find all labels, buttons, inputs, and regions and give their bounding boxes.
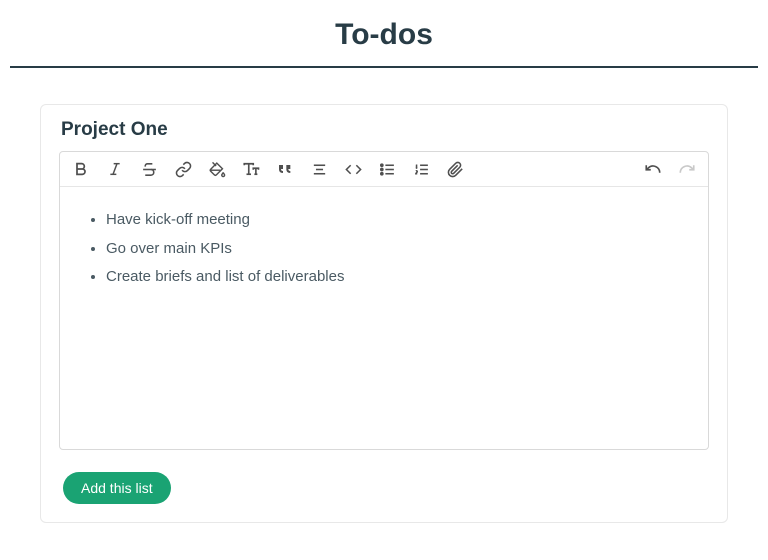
- link-button[interactable]: [172, 158, 194, 180]
- quote-icon: [277, 161, 293, 177]
- paperclip-icon: [447, 161, 464, 178]
- align-button[interactable]: [308, 158, 330, 180]
- add-this-list-button[interactable]: Add this list: [63, 472, 171, 504]
- text-size-button[interactable]: [240, 158, 262, 180]
- undo-button[interactable]: [642, 158, 664, 180]
- list-item[interactable]: Create briefs and list of deliverables: [106, 266, 690, 289]
- editor-content-area[interactable]: Have kick-off meeting Go over main KPIs …: [60, 187, 708, 449]
- redo-button[interactable]: [676, 158, 698, 180]
- title-divider: [10, 66, 758, 68]
- paint-bucket-icon: [209, 161, 226, 178]
- card-actions: Add this list: [59, 472, 709, 504]
- page-title: To-dos: [0, 18, 768, 52]
- italic-button[interactable]: [104, 158, 126, 180]
- rich-text-editor: Have kick-off meeting Go over main KPIs …: [59, 151, 709, 450]
- align-icon: [311, 161, 328, 178]
- editor-toolbar: [60, 152, 708, 187]
- bulleted-list-icon: [379, 161, 396, 178]
- attach-file-button[interactable]: [444, 158, 466, 180]
- bold-button[interactable]: [70, 158, 92, 180]
- strikethrough-button[interactable]: [138, 158, 160, 180]
- strikethrough-icon: [141, 161, 158, 178]
- text-size-icon: [242, 160, 260, 178]
- code-button[interactable]: [342, 158, 364, 180]
- highlight-color-button[interactable]: [206, 158, 228, 180]
- list-item[interactable]: Have kick-off meeting: [106, 209, 690, 232]
- list-title-input[interactable]: Project One: [61, 119, 709, 141]
- numbered-list-button[interactable]: [410, 158, 432, 180]
- link-icon: [175, 161, 192, 178]
- italic-icon: [107, 161, 123, 177]
- code-icon: [345, 161, 362, 178]
- numbered-list-icon: [413, 161, 430, 178]
- redo-icon: [678, 160, 696, 178]
- todo-list-card: Project One: [40, 104, 728, 523]
- bulleted-list-button[interactable]: [376, 158, 398, 180]
- todo-bullet-list: Have kick-off meeting Go over main KPIs …: [78, 209, 690, 289]
- undo-icon: [644, 160, 662, 178]
- list-item[interactable]: Go over main KPIs: [106, 238, 690, 261]
- bold-icon: [73, 161, 89, 177]
- quote-button[interactable]: [274, 158, 296, 180]
